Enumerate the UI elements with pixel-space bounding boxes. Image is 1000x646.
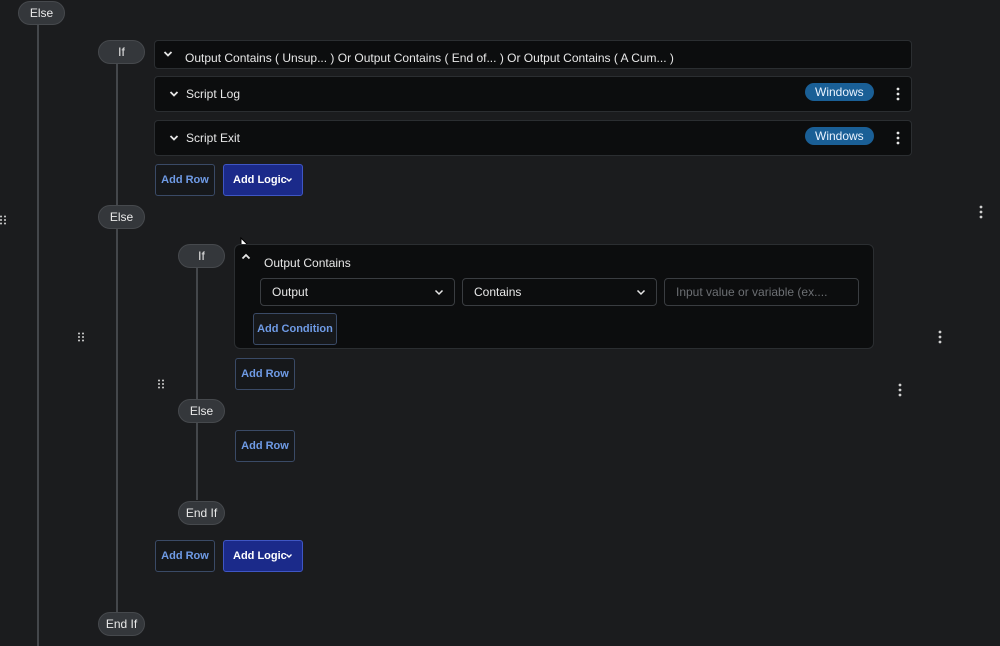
condition-summary-text: Output Contains ( Unsup... ) Or Output C… (185, 51, 674, 65)
add-row-button[interactable]: Add Row (235, 358, 295, 390)
condition-summary-card[interactable]: Output Contains ( Unsup... ) Or Output C… (154, 40, 912, 69)
add-logic-label: Add Logic (233, 550, 287, 562)
operator-select[interactable]: Contains (462, 278, 657, 306)
chevron-down-icon (286, 554, 292, 558)
chevron-up-icon[interactable] (240, 251, 252, 263)
condition-title: Output Contains (264, 256, 351, 270)
script-row-title: Script Log (186, 87, 241, 101)
endif-node[interactable]: End If (98, 612, 145, 636)
operator-select-value: Contains (474, 285, 522, 299)
field-select-value: Output (272, 285, 309, 299)
add-logic-button[interactable]: Add Logic (223, 164, 303, 196)
chevron-down-icon[interactable] (168, 132, 180, 144)
inner-else-node[interactable]: Else (178, 399, 225, 423)
condition-editor-card: Output Contains Output Contains Add Cond… (234, 244, 874, 349)
add-row-button[interactable]: Add Row (155, 540, 215, 572)
add-condition-button[interactable]: Add Condition (253, 313, 337, 345)
field-select[interactable]: Output (260, 278, 455, 306)
if-node[interactable]: If (98, 40, 145, 64)
more-options-icon[interactable] (979, 205, 983, 219)
more-options-icon[interactable] (896, 87, 900, 101)
drag-handle-icon[interactable] (0, 215, 6, 225)
drag-handle-icon[interactable] (158, 379, 164, 389)
add-row-button[interactable]: Add Row (235, 430, 295, 462)
script-row-title: Script Exit (186, 131, 241, 145)
more-options-icon[interactable] (898, 383, 902, 397)
chevron-down-icon (286, 178, 292, 182)
more-options-icon[interactable] (896, 131, 900, 145)
script-row[interactable]: Script Log Windows (154, 76, 912, 112)
add-logic-label: Add Logic (233, 174, 287, 186)
inner-if-node[interactable]: If (178, 244, 225, 268)
value-input[interactable] (664, 278, 859, 306)
drag-handle-icon[interactable] (78, 332, 84, 342)
else-node[interactable]: Else (98, 205, 145, 229)
script-row[interactable]: Script Exit Windows (154, 120, 912, 156)
chevron-down-icon[interactable] (168, 88, 180, 100)
inner-if-branch-line (196, 268, 198, 500)
inner-endif-node[interactable]: End If (178, 501, 225, 525)
add-logic-button[interactable]: Add Logic (223, 540, 303, 572)
chevron-down-icon[interactable] (162, 48, 174, 60)
chevron-down-icon (636, 289, 646, 296)
os-badge: Windows (805, 127, 874, 145)
outer-flow-line (37, 22, 39, 646)
else-node-top[interactable]: Else (18, 1, 65, 25)
add-row-button[interactable]: Add Row (155, 164, 215, 196)
os-badge: Windows (805, 83, 874, 101)
if-branch-line (116, 62, 118, 612)
more-options-icon[interactable] (938, 330, 942, 344)
chevron-down-icon (434, 289, 444, 296)
